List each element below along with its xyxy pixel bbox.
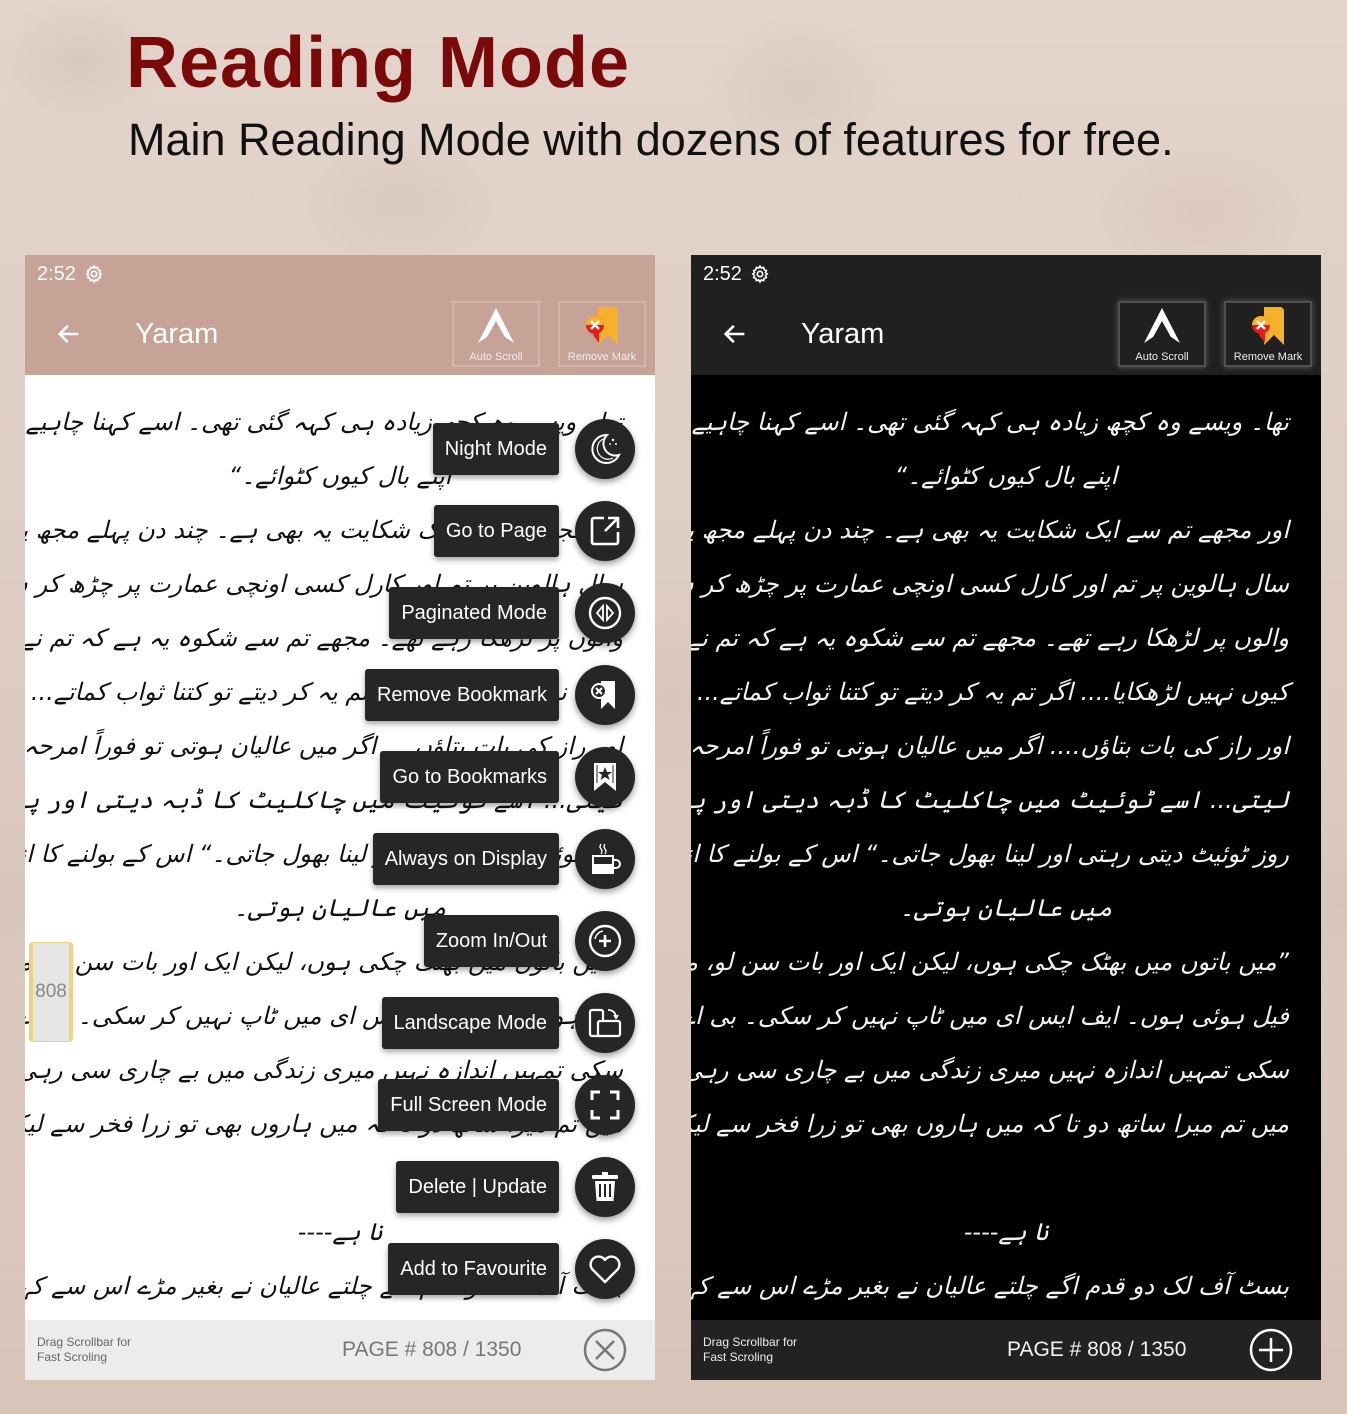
text-line: سکی تمہیں اندازہ نہیں میری زندگی میں بے …	[691, 1056, 1289, 1084]
close-circle-icon[interactable]	[581, 1326, 629, 1374]
arrow-left-icon[interactable]	[55, 320, 83, 348]
text-line: لیتی... اسے ٹوئیٹ میں چاکلیٹ کا ڈبہ دیتی…	[691, 786, 1289, 814]
fab-item-landscape-mode[interactable]: Landscape Mode	[381, 991, 635, 1055]
text-line: کیوں نہیں لڑھکایا.... اگر تم یہ کر دیتے …	[691, 678, 1289, 706]
fab-label[interactable]: Landscape Mode	[381, 997, 559, 1049]
remove-mark-label: Remove Mark	[1233, 351, 1303, 363]
text-line: بسٹ آف لک دو قدم اگے چلتے عالیان نے بغیر…	[691, 1272, 1289, 1300]
page-indicator: PAGE # 808 / 1350	[342, 1338, 522, 1361]
promo-headline: Reading Mode	[126, 23, 631, 103]
fab-label[interactable]: Zoom In/Out	[423, 915, 559, 967]
fab-button[interactable]	[575, 501, 635, 561]
fab-label[interactable]: Always on Display	[372, 833, 559, 885]
reader-content: تھا۔ ویسے وہ کچھ زیادہ ہی کہہ گئی تھی۔ ا…	[691, 375, 1321, 1320]
auto-scroll-label: Auto Scroll	[469, 351, 523, 363]
fab-label[interactable]: Night Mode	[432, 423, 559, 475]
app-toolbar: Yaram Auto Scroll Remove Mark	[691, 293, 1321, 375]
fab-label[interactable]: Delete | Update	[396, 1161, 559, 1213]
remove-mark-button[interactable]: Remove Mark	[1224, 301, 1312, 367]
fab-item-go-to-bookmarks[interactable]: Go to Bookmarks	[380, 745, 635, 809]
fab-item-paginated-mode[interactable]: Paginated Mode	[389, 581, 635, 645]
text-line: والوں پر لڑھکا رہے تھے۔ مجھے تم سے شکوہ …	[691, 624, 1289, 652]
bookmark-star-icon	[594, 763, 616, 791]
text-line: تھا۔ ویسے وہ کچھ زیادہ ہی کہہ گئی تھی۔ ا…	[691, 408, 1289, 436]
fab-item-night-mode[interactable]: Night Mode	[432, 417, 635, 481]
fab-item-zoom[interactable]: Zoom In/Out	[423, 909, 635, 973]
fab-button[interactable]	[575, 911, 635, 971]
light-reader-screen: 2:52 Yaram Auto Scroll Remove Mark تھا۔ …	[25, 255, 655, 1380]
text-line: میں تم میرا ساتھ دو تا کہ میں ہاروں بھی …	[691, 1110, 1289, 1138]
auto-scroll-icon	[478, 308, 514, 343]
bookmark-remove-icon	[591, 681, 615, 709]
fab-label[interactable]: Add to Favourite	[388, 1243, 559, 1295]
gear-icon	[85, 264, 103, 284]
fab-button[interactable]	[575, 665, 635, 725]
promo-subline: Main Reading Mode with dozens of feature…	[128, 114, 1174, 165]
status-time: 2:52	[703, 262, 742, 285]
fab-item-delete-update[interactable]: Delete | Update	[396, 1155, 635, 1219]
scroll-hint: Drag Scrollbar for Fast Scroling	[37, 1335, 132, 1364]
status-time: 2:52	[37, 262, 76, 285]
page-indicator: PAGE # 808 / 1350	[1007, 1338, 1187, 1361]
auto-scroll-button[interactable]: Auto Scroll	[1118, 301, 1206, 367]
fab-button[interactable]	[575, 1157, 635, 1217]
rotate-screen-icon	[588, 1008, 622, 1038]
coffee-cup-icon	[592, 843, 621, 874]
text-line: سال ہالوین پر تم اور کارل کسی اونچی عمار…	[691, 570, 1289, 598]
fab-item-add-favourite[interactable]: Add to Favourite	[388, 1237, 635, 1301]
open-external-icon	[590, 516, 620, 546]
status-bar: 2:52	[25, 255, 655, 293]
fab-item-go-to-page[interactable]: Go to Page	[433, 499, 635, 563]
fast-scroll-thumb[interactable]: 808	[29, 942, 73, 1042]
status-bar: 2:52	[691, 255, 1321, 293]
auto-scroll-label: Auto Scroll	[1135, 351, 1189, 363]
remove-mark-button[interactable]: Remove Mark	[558, 301, 646, 367]
remove-bookmark-badge-icon	[586, 307, 618, 345]
auto-scroll-icon	[1144, 308, 1180, 343]
fab-button[interactable]	[575, 747, 635, 807]
text-line: ”میں باتوں میں بھٹک چکی ہوں، لیکن ایک او…	[691, 948, 1289, 976]
trash-icon	[592, 1172, 618, 1201]
book-title: Yaram	[801, 317, 885, 350]
gear-icon	[751, 264, 769, 284]
text-line: نا ہے----	[963, 1218, 1049, 1246]
zoom-plus-icon	[588, 924, 622, 958]
bottom-bar: Drag Scrollbar for Fast Scroling PAGE # …	[691, 1320, 1321, 1380]
plus-circle-icon[interactable]	[1247, 1326, 1295, 1374]
fab-label[interactable]: Go to Bookmarks	[380, 751, 559, 803]
remove-bookmark-badge-icon	[1252, 307, 1284, 345]
book-title: Yaram	[135, 317, 219, 350]
fab-button[interactable]	[575, 419, 635, 479]
text-line: اپنے بال کیوں کٹوائے۔“	[894, 462, 1118, 490]
fab-item-remove-bookmark[interactable]: Remove Bookmark	[364, 663, 635, 727]
fab-button[interactable]	[575, 583, 635, 643]
fab-label[interactable]: Full Screen Mode	[378, 1079, 559, 1131]
text-line: اور راز کی بات بتاؤں.... اگر میں عالیان …	[691, 732, 1289, 760]
remove-mark-label: Remove Mark	[567, 351, 637, 363]
fab-label[interactable]: Go to Page	[433, 505, 559, 557]
heart-icon	[589, 1255, 621, 1284]
fab-button[interactable]	[575, 829, 635, 889]
text-line: روز ٹوئیٹ دیتی رہتی اور لینا بھول جاتی۔“…	[691, 840, 1289, 868]
paginate-arrows-icon	[588, 596, 622, 630]
text-line: فیل ہوئی ہوں۔ ایف ایس ای میں ٹاپ نہیں کر…	[691, 1002, 1289, 1030]
moon-icon	[591, 433, 621, 464]
scroll-hint: Drag Scrollbar for Fast Scroling	[703, 1335, 798, 1364]
fullscreen-icon	[590, 1090, 620, 1120]
arrow-left-icon[interactable]	[721, 320, 749, 348]
fab-label[interactable]: Paginated Mode	[389, 587, 559, 639]
fab-button[interactable]	[575, 1239, 635, 1299]
auto-scroll-button[interactable]: Auto Scroll	[452, 301, 540, 367]
fab-item-full-screen[interactable]: Full Screen Mode	[378, 1073, 635, 1137]
fab-button[interactable]	[575, 993, 635, 1053]
fab-button[interactable]	[575, 1075, 635, 1135]
text-line: اور مجھے تم سے ایک شکایت یہ بھی ہے۔ چند …	[691, 516, 1289, 544]
text-line: میں عالیان ہوتی۔	[899, 894, 1113, 922]
bottom-bar: Drag Scrollbar for Fast Scroling PAGE # …	[25, 1320, 655, 1380]
app-toolbar: Yaram Auto Scroll Remove Mark	[25, 293, 655, 375]
dark-reader-screen: 2:52 Yaram Auto Scroll Remove Mark تھا۔ …	[691, 255, 1321, 1380]
fab-item-always-on-display[interactable]: Always on Display	[372, 827, 635, 891]
fab-label[interactable]: Remove Bookmark	[364, 669, 559, 721]
